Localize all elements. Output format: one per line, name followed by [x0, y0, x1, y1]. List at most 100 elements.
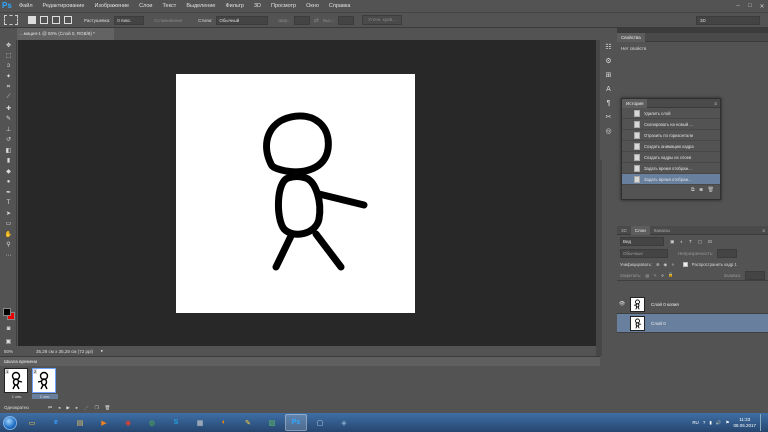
- snapshot-icon[interactable]: ◙: [700, 187, 703, 193]
- delete-state-icon[interactable]: 🗑: [708, 187, 714, 193]
- pen-tool-icon[interactable]: ✒: [0, 187, 17, 198]
- first-frame-icon[interactable]: ⏮: [48, 405, 52, 410]
- marquee-tool-icon[interactable]: [4, 15, 18, 25]
- play-icon[interactable]: ▶: [66, 405, 69, 411]
- antialias-checkbox[interactable]: Сглаживание: [154, 18, 182, 23]
- maximize-icon[interactable]: □: [744, 3, 756, 10]
- extra-tools-icon[interactable]: ⋯: [0, 250, 17, 261]
- firefox-icon[interactable]: ◐: [213, 414, 235, 431]
- tab-channels[interactable]: Каналы: [650, 226, 674, 235]
- close-icon[interactable]: ✕: [756, 3, 768, 10]
- fill-input[interactable]: [745, 270, 765, 280]
- filter-shape-icon[interactable]: ▢: [698, 239, 702, 245]
- tab-properties[interactable]: Свойства: [617, 32, 645, 42]
- panel-menu-icon[interactable]: ≡: [714, 101, 720, 106]
- lock-paint-icon[interactable]: ✎: [653, 273, 657, 278]
- dodge-tool-icon[interactable]: ●: [0, 177, 17, 188]
- timeline-frame-2[interactable]: 2 1 сек.: [32, 368, 58, 402]
- history-item[interactable]: Скопировать на новый ...: [622, 119, 720, 130]
- menu-help[interactable]: Справка: [324, 0, 356, 12]
- zoom-tool-icon[interactable]: ⚲: [0, 240, 17, 251]
- menu-edit[interactable]: Редактирование: [38, 0, 90, 12]
- history-item[interactable]: Отразить по горизонтали: [622, 130, 720, 141]
- opacity-input[interactable]: [717, 249, 738, 258]
- tab-layers[interactable]: Слои: [630, 225, 650, 235]
- history-panel-icon[interactable]: ☷: [600, 40, 617, 54]
- hand-tool-icon[interactable]: ✋: [0, 229, 17, 240]
- flag-icon[interactable]: ⚑: [725, 420, 729, 426]
- workspace-select[interactable]: 3D: [696, 16, 760, 25]
- history-item[interactable]: Создать анимацию кадра: [622, 141, 720, 152]
- network-icon[interactable]: ▮: [709, 420, 711, 426]
- history-item[interactable]: Создать кадры из слоев: [622, 152, 720, 163]
- unify-position-icon[interactable]: ⊕: [656, 262, 660, 267]
- menu-type[interactable]: Текст: [157, 0, 181, 12]
- intersect-selection-icon[interactable]: [64, 16, 72, 24]
- eyedropper-tool-icon[interactable]: ⟋: [0, 93, 17, 104]
- frame-delay[interactable]: 1 сек.: [32, 394, 58, 399]
- layer-row[interactable]: 👁 Слой 0 копия: [617, 295, 768, 314]
- history-item[interactable]: Удалить слой: [622, 108, 720, 119]
- properties-panel-icon[interactable]: ⚙: [600, 54, 617, 68]
- character-panel-icon[interactable]: A: [600, 82, 617, 96]
- menu-window[interactable]: Окно: [301, 0, 324, 12]
- layer-name[interactable]: Слой 0 копия: [651, 302, 679, 307]
- menu-select[interactable]: Выделение: [181, 0, 220, 12]
- layer-kind-filter[interactable]: Вид: [620, 237, 664, 246]
- height-input[interactable]: [338, 15, 354, 25]
- layer-name[interactable]: Слой 0: [651, 321, 666, 326]
- lock-all-icon[interactable]: 🔒: [668, 272, 673, 278]
- history-brush-tool-icon[interactable]: ↺: [0, 135, 17, 146]
- show-desktop-button[interactable]: [760, 414, 764, 431]
- tab-3d[interactable]: 3D: [617, 226, 631, 235]
- adjust-panel-icon[interactable]: ⊞: [600, 68, 617, 82]
- swap-dimensions-icon[interactable]: ⇄: [314, 17, 319, 24]
- shape-tool-icon[interactable]: ▭: [0, 219, 17, 230]
- lasso-tool-icon[interactable]: ↄ: [0, 61, 17, 72]
- status-menu-arrow-icon[interactable]: ▸: [101, 348, 103, 354]
- style-select[interactable]: Обычный: [216, 15, 269, 25]
- volume-icon[interactable]: 🔊: [716, 420, 722, 426]
- canvas[interactable]: [176, 74, 415, 313]
- foreground-color-swatch[interactable]: [3, 308, 11, 316]
- menu-view[interactable]: Просмотр: [266, 0, 301, 12]
- add-selection-icon[interactable]: [40, 16, 48, 24]
- move-tool-icon[interactable]: ✥: [0, 40, 17, 51]
- images-icon[interactable]: ▨: [261, 414, 283, 431]
- lock-move-icon[interactable]: ✥: [661, 273, 665, 278]
- lock-pixels-icon[interactable]: ▦: [645, 273, 649, 278]
- 3d-panel-icon[interactable]: ◎: [600, 124, 617, 138]
- minimize-icon[interactable]: –: [732, 3, 744, 10]
- unify-style-icon[interactable]: ✧: [671, 262, 675, 267]
- quick-mask-icon[interactable]: ◙: [0, 324, 17, 335]
- quick-select-tool-icon[interactable]: ✦: [0, 72, 17, 83]
- feather-input[interactable]: 0 пикс.: [114, 15, 145, 25]
- filter-pixel-icon[interactable]: ▣: [670, 239, 674, 245]
- language-indicator[interactable]: RU: [692, 420, 699, 425]
- history-item[interactable]: Задать время отображ...: [622, 163, 720, 174]
- new-selection-icon[interactable]: [28, 16, 36, 24]
- layer-row-selected[interactable]: Слой 0: [617, 314, 768, 333]
- filter-adjust-icon[interactable]: ◐: [680, 239, 683, 244]
- next-frame-icon[interactable]: ▸: [76, 405, 78, 411]
- globe-icon[interactable]: ◍: [141, 414, 163, 431]
- timeline-frame-1[interactable]: 1 1 сек.: [4, 368, 30, 402]
- history-item-selected[interactable]: Задать время отображ...: [622, 174, 720, 185]
- crop-tool-icon[interactable]: ⌗: [0, 82, 17, 93]
- blend-mode-select[interactable]: Обычные: [620, 249, 668, 258]
- screen-mode-icon[interactable]: ▣: [0, 336, 17, 347]
- app-icon[interactable]: ◈: [333, 414, 355, 431]
- filter-type-icon[interactable]: T: [689, 239, 692, 244]
- brush-tool-icon[interactable]: ✎: [0, 114, 17, 125]
- propagate-checkbox[interactable]: [682, 262, 688, 267]
- eraser-tool-icon[interactable]: ◧: [0, 145, 17, 156]
- zoom-level[interactable]: 50%: [0, 349, 20, 354]
- type-tool-icon[interactable]: T: [0, 198, 17, 209]
- panel-menu-icon[interactable]: ≡: [762, 228, 768, 233]
- skype-icon[interactable]: S: [165, 414, 187, 431]
- start-button[interactable]: [0, 413, 20, 432]
- refine-edge-button[interactable]: Уточн. край...: [362, 15, 402, 25]
- loop-select[interactable]: Однократно: [4, 405, 42, 410]
- prev-frame-icon[interactable]: ◂: [58, 405, 60, 411]
- subtract-selection-icon[interactable]: [52, 16, 60, 24]
